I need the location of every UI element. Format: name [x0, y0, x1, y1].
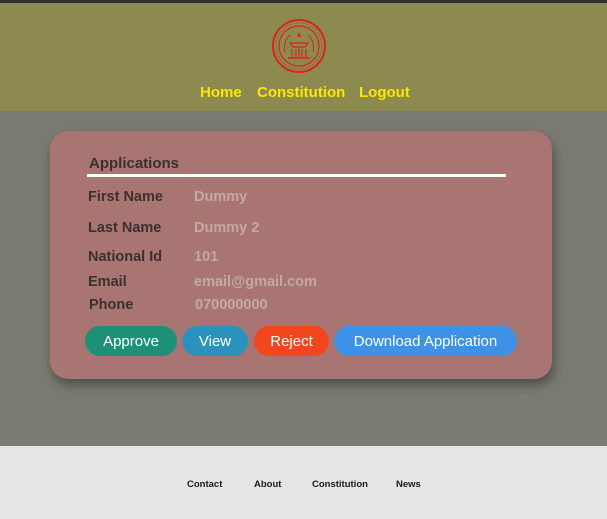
site-header: Home Constitution Logout [0, 3, 607, 111]
application-card: Applications First Name Dummy Last Name … [50, 131, 552, 379]
last-name-label: Last Name [88, 220, 162, 236]
footer-constitution-link[interactable]: Constitution [312, 479, 368, 490]
nav-logout-link[interactable]: Logout [359, 84, 410, 101]
footer-contact-link[interactable]: Contact [187, 479, 222, 490]
nav-home-link[interactable]: Home [200, 84, 242, 101]
nav-constitution-link[interactable]: Constitution [257, 84, 345, 101]
seal-logo-icon[interactable] [270, 19, 328, 73]
national-id-label: National Id [88, 249, 163, 265]
phone-value: 070000000 [195, 297, 268, 313]
title-divider [87, 174, 506, 177]
email-value: email@gmail.com [194, 274, 317, 290]
last-name-value: Dummy 2 [194, 220, 260, 236]
first-name-label: First Name [88, 189, 163, 205]
download-application-button[interactable]: Download Application [334, 326, 517, 356]
card-title: Applications [89, 155, 180, 172]
view-button[interactable]: View [182, 326, 248, 356]
main-nav: Home Constitution Logout [0, 84, 607, 106]
email-label: Email [88, 274, 127, 290]
first-name-value: Dummy [194, 189, 248, 205]
reject-button[interactable]: Reject [254, 326, 329, 356]
footer-about-link[interactable]: About [254, 479, 281, 490]
approve-button[interactable]: Approve [85, 326, 177, 356]
national-id-value: 101 [194, 249, 219, 265]
footer-news-link[interactable]: News [396, 479, 421, 490]
site-footer: Contact About Constitution News [0, 446, 607, 519]
phone-label: Phone [89, 297, 134, 313]
